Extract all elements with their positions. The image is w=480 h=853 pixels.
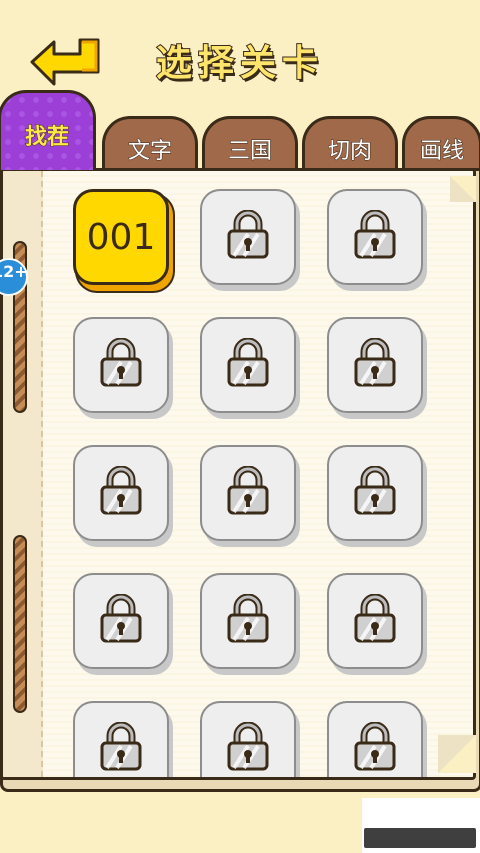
lock-icon (226, 593, 270, 648)
tab-label: 画线 (419, 139, 464, 165)
tab-label: 找茬 (24, 125, 69, 151)
locked-level-button[interactable] (200, 317, 296, 413)
locked-level-button[interactable] (327, 317, 423, 413)
locked-level-button[interactable] (200, 573, 296, 669)
back-button[interactable] (24, 32, 106, 86)
age-rating-label: 12+ (0, 262, 28, 281)
locked-level-button[interactable] (200, 445, 296, 541)
lock-icon (353, 465, 397, 520)
page-corner (450, 176, 476, 202)
overlay-bar (364, 828, 476, 848)
lock-icon (99, 593, 143, 648)
locked-level-button[interactable] (327, 445, 423, 541)
lock-icon (353, 337, 397, 392)
locked-level-button[interactable] (327, 189, 423, 285)
lock-icon (226, 465, 270, 520)
tab-label: 切肉 (327, 139, 372, 165)
lock-icon (353, 209, 397, 264)
lock-icon (353, 721, 397, 776)
lock-icon (226, 721, 270, 776)
level-number: 001 (86, 216, 156, 258)
lock-icon (99, 721, 143, 776)
level-book: 001 (0, 168, 476, 780)
locked-level-button[interactable] (327, 701, 423, 777)
tab-zhaocha[interactable]: 找茬 (0, 90, 96, 170)
back-arrow-icon (30, 38, 100, 86)
lock-icon (99, 465, 143, 520)
lock-icon (226, 209, 270, 264)
header: 选择关卡 (0, 0, 480, 95)
locked-level-button[interactable] (73, 445, 169, 541)
locked-level-button[interactable] (200, 701, 296, 777)
locked-level-button[interactable] (73, 701, 169, 777)
locked-level-button[interactable] (200, 189, 296, 285)
level-button[interactable]: 001 (73, 189, 169, 285)
page-corner (438, 735, 476, 773)
lock-icon (353, 593, 397, 648)
lock-icon (99, 337, 143, 392)
locked-level-button[interactable] (73, 573, 169, 669)
locked-level-button[interactable] (327, 573, 423, 669)
tab-label: 三国 (227, 139, 272, 165)
locked-level-button[interactable] (73, 317, 169, 413)
rope-binding (13, 535, 27, 713)
corner-overlay (362, 798, 480, 853)
page-title: 选择关卡 (155, 42, 324, 85)
lock-icon (226, 337, 270, 392)
tab-label: 文字 (127, 139, 172, 165)
